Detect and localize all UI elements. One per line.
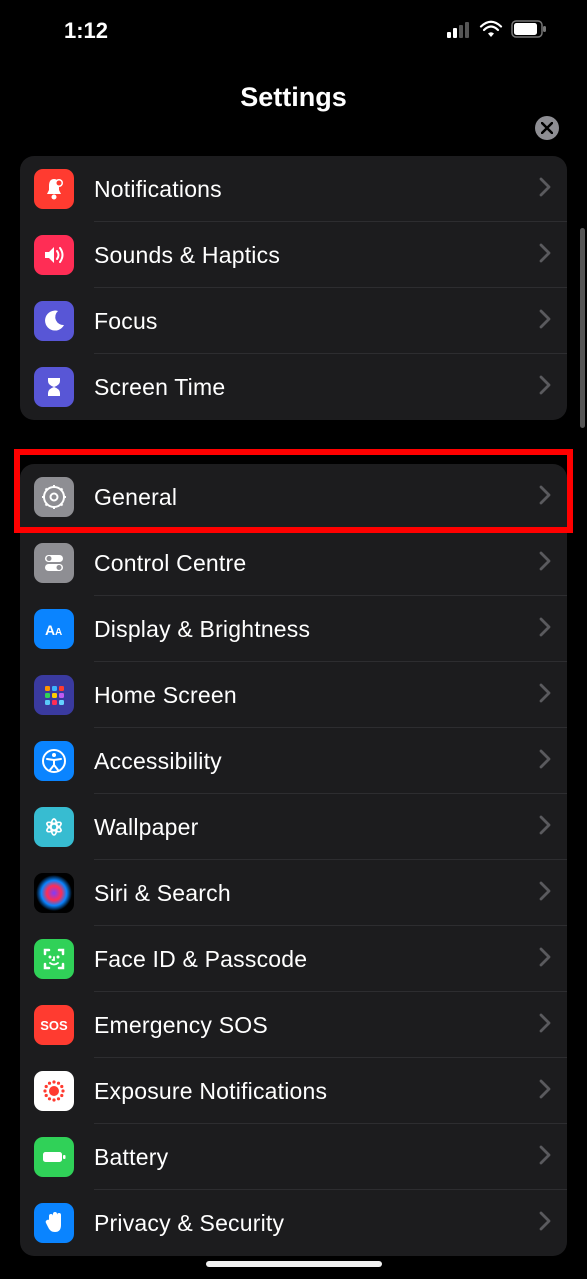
hand-icon: [34, 1203, 74, 1243]
settings-row-notifications[interactable]: Notifications: [20, 156, 567, 222]
scrollbar[interactable]: [580, 228, 585, 428]
svg-text:A: A: [55, 627, 62, 638]
page-title: Settings: [240, 82, 347, 113]
settings-row-battery[interactable]: Battery: [20, 1124, 567, 1190]
settings-row-label: Face ID & Passcode: [94, 946, 539, 973]
settings-list[interactable]: Notifications Sounds & Haptics Focus Screen…: [0, 140, 587, 1268]
settings-row-label: Screen Time: [94, 374, 539, 401]
settings-row-controlcentre[interactable]: Control Centre: [20, 530, 567, 596]
settings-row-label: Sounds & Haptics: [94, 242, 539, 269]
settings-row-accessibility[interactable]: Accessibility: [20, 728, 567, 794]
chevron-right-icon: [539, 375, 551, 400]
settings-row-label: Exposure Notifications: [94, 1078, 539, 1105]
moon-icon: [34, 301, 74, 341]
settings-row-exposure[interactable]: Exposure Notifications: [20, 1058, 567, 1124]
page-header: Settings: [0, 54, 587, 140]
battery-icon: [511, 18, 547, 44]
settings-row-general[interactable]: General: [20, 464, 567, 530]
cellular-icon: [447, 18, 471, 44]
status-bar: 1:12: [0, 0, 587, 54]
settings-row-wallpaper[interactable]: Wallpaper: [20, 794, 567, 860]
settings-row-label: Battery: [94, 1144, 539, 1171]
hourglass-icon: [34, 367, 74, 407]
flower-icon: [34, 807, 74, 847]
home-indicator[interactable]: [206, 1261, 382, 1267]
settings-row-focus[interactable]: Focus: [20, 288, 567, 354]
chevron-right-icon: [539, 309, 551, 334]
bell-badge-icon: [34, 169, 74, 209]
settings-row-sos[interactable]: SOS Emergency SOS: [20, 992, 567, 1058]
settings-row-label: Siri & Search: [94, 880, 539, 907]
speaker-wave-icon: [34, 235, 74, 275]
settings-row-privacy[interactable]: Privacy & Security: [20, 1190, 567, 1256]
chevron-right-icon: [539, 1079, 551, 1104]
chevron-right-icon: [539, 485, 551, 510]
wifi-icon: [479, 18, 503, 44]
chevron-right-icon: [539, 617, 551, 642]
switches-icon: [34, 543, 74, 583]
settings-row-label: Accessibility: [94, 748, 539, 775]
chevron-right-icon: [539, 881, 551, 906]
settings-row-label: Wallpaper: [94, 814, 539, 841]
settings-section: Notifications Sounds & Haptics Focus Screen…: [20, 156, 567, 420]
svg-text:A: A: [45, 622, 55, 638]
aa-icon: AA: [34, 609, 74, 649]
status-time: 1:12: [64, 18, 108, 44]
siri-icon: [34, 873, 74, 913]
chevron-right-icon: [539, 683, 551, 708]
settings-row-faceid[interactable]: Face ID & Passcode: [20, 926, 567, 992]
settings-row-label: Display & Brightness: [94, 616, 539, 643]
chevron-right-icon: [539, 1211, 551, 1236]
sos-icon: SOS: [34, 1005, 74, 1045]
settings-row-screentime[interactable]: Screen Time: [20, 354, 567, 420]
svg-text:SOS: SOS: [40, 1018, 68, 1033]
settings-row-label: Privacy & Security: [94, 1210, 539, 1237]
chevron-right-icon: [539, 749, 551, 774]
settings-section: General Control Centre AA Display & Brightn…: [20, 464, 567, 1256]
status-indicators: [447, 18, 547, 44]
settings-row-label: Home Screen: [94, 682, 539, 709]
grid-apps-icon: [34, 675, 74, 715]
gear-icon: [34, 477, 74, 517]
chevron-right-icon: [539, 947, 551, 972]
battery-icon: [34, 1137, 74, 1177]
settings-row-label: General: [94, 484, 539, 511]
settings-row-label: Focus: [94, 308, 539, 335]
chevron-right-icon: [539, 815, 551, 840]
settings-row-homescreen[interactable]: Home Screen: [20, 662, 567, 728]
exposure-icon: [34, 1071, 74, 1111]
settings-row-label: Emergency SOS: [94, 1012, 539, 1039]
chevron-right-icon: [539, 243, 551, 268]
chevron-right-icon: [539, 1013, 551, 1038]
accessibility-icon: [34, 741, 74, 781]
chevron-right-icon: [539, 177, 551, 202]
settings-row-siri[interactable]: Siri & Search: [20, 860, 567, 926]
settings-row-label: Control Centre: [94, 550, 539, 577]
chevron-right-icon: [539, 1145, 551, 1170]
settings-row-display[interactable]: AA Display & Brightness: [20, 596, 567, 662]
settings-row-sounds[interactable]: Sounds & Haptics: [20, 222, 567, 288]
chevron-right-icon: [539, 551, 551, 576]
close-icon[interactable]: [535, 116, 559, 140]
settings-row-label: Notifications: [94, 176, 539, 203]
faceid-icon: [34, 939, 74, 979]
